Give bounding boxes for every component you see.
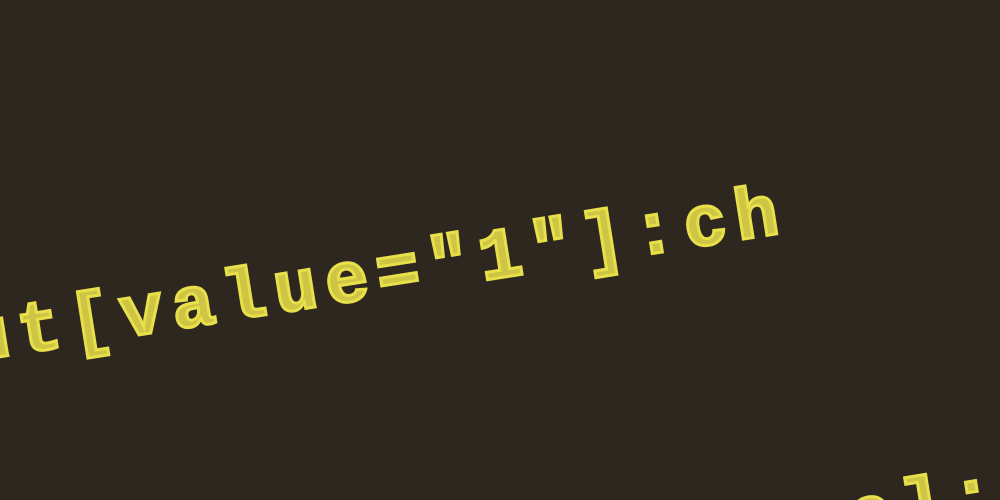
code-snippet-graphic: input[value="1"]:ch cked ~ * [data-scene… bbox=[0, 0, 1000, 500]
css-code-block: input[value="1"]:ch cked ~ * [data-scene… bbox=[0, 0, 1000, 500]
code-line-1: input[value="1"]:ch bbox=[0, 135, 963, 419]
code-line-2: cked ~ * [data-scene]: bbox=[0, 444, 1000, 500]
